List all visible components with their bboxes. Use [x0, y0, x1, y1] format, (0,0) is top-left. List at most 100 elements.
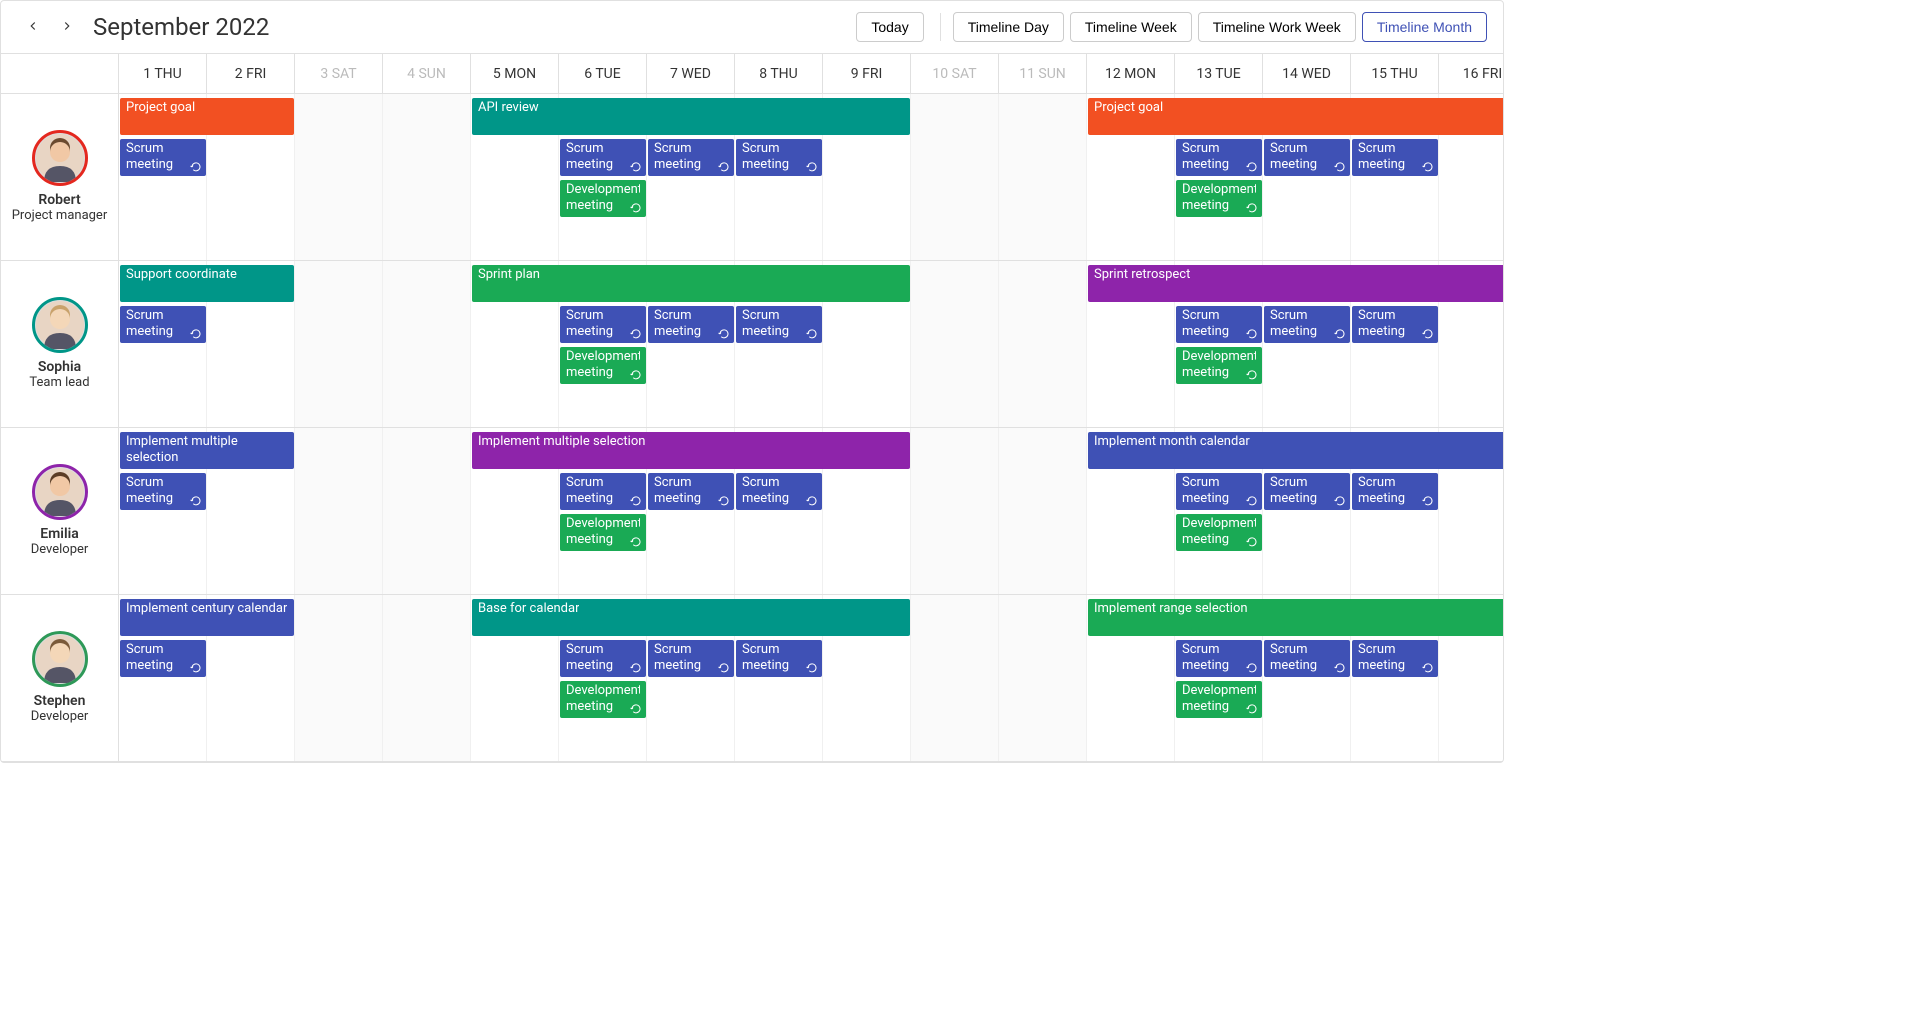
- event[interactable]: Scrum meeting: [1264, 139, 1350, 176]
- rows-container: Project goal Scrum meeting API review Scrum…: [119, 94, 1503, 762]
- date-header-cell[interactable]: 3 SAT: [295, 54, 383, 93]
- event[interactable]: Scrum meeting: [736, 640, 822, 677]
- event-label: Implement multiple selection: [478, 434, 645, 450]
- event[interactable]: Scrum meeting: [1352, 139, 1438, 176]
- event[interactable]: Scrum meeting: [120, 139, 206, 176]
- event[interactable]: Implement month calendar: [1088, 432, 1503, 469]
- date-header-cell[interactable]: 8 THU: [735, 54, 823, 93]
- event[interactable]: Scrum meeting: [560, 640, 646, 677]
- event[interactable]: Implement range selection: [1088, 599, 1503, 636]
- date-header-cell[interactable]: 12 MON: [1087, 54, 1175, 93]
- date-header-cell[interactable]: 7 WED: [647, 54, 735, 93]
- day-cell[interactable]: [999, 94, 1087, 260]
- event[interactable]: Scrum meeting: [736, 473, 822, 510]
- prev-button[interactable]: [17, 11, 49, 43]
- event-label: Support coordinate: [126, 267, 237, 283]
- event[interactable]: Scrum meeting: [1264, 306, 1350, 343]
- resource-role: Project manager: [12, 208, 108, 224]
- event[interactable]: Scrum meeting: [1176, 306, 1262, 343]
- event[interactable]: Scrum meeting: [648, 473, 734, 510]
- page-title: September 2022: [93, 13, 269, 41]
- event[interactable]: Scrum meeting: [120, 640, 206, 677]
- event[interactable]: Base for calendar: [472, 599, 910, 636]
- event[interactable]: Scrum meeting: [1352, 640, 1438, 677]
- event[interactable]: Sprint retrospect: [1088, 265, 1503, 302]
- recurrence-icon: [1246, 328, 1258, 340]
- event[interactable]: Scrum meeting: [1352, 473, 1438, 510]
- event[interactable]: API review: [472, 98, 910, 135]
- event[interactable]: Scrum meeting: [120, 473, 206, 510]
- event[interactable]: Scrum meeting: [648, 139, 734, 176]
- date-header-cell[interactable]: 15 THU: [1351, 54, 1439, 93]
- event[interactable]: Scrum meeting: [560, 306, 646, 343]
- view-timeline-month[interactable]: Timeline Month: [1362, 12, 1487, 42]
- event[interactable]: Scrum meeting: [1176, 640, 1262, 677]
- recurrence-icon: [806, 328, 818, 340]
- view-timeline-day[interactable]: Timeline Day: [953, 12, 1064, 42]
- day-cell[interactable]: [999, 595, 1087, 761]
- event[interactable]: Scrum meeting: [648, 640, 734, 677]
- date-header-cell[interactable]: 5 MON: [471, 54, 559, 93]
- today-button[interactable]: Today: [856, 12, 923, 42]
- recurrence-icon: [1334, 161, 1346, 173]
- date-header-cell[interactable]: 2 FRI: [207, 54, 295, 93]
- view-timeline-work-week[interactable]: Timeline Work Week: [1198, 12, 1356, 42]
- event[interactable]: Scrum meeting: [560, 473, 646, 510]
- day-cell[interactable]: [911, 595, 999, 761]
- date-header-cell[interactable]: 14 WED: [1263, 54, 1351, 93]
- event[interactable]: Scrum meeting: [1176, 139, 1262, 176]
- day-cell[interactable]: [999, 428, 1087, 594]
- event[interactable]: Project goal: [1088, 98, 1503, 135]
- event[interactable]: Development meeting: [560, 347, 646, 384]
- event-label: Implement range selection: [1094, 601, 1248, 617]
- day-cell[interactable]: [295, 428, 383, 594]
- event[interactable]: Development meeting: [1176, 347, 1262, 384]
- date-header-cell[interactable]: 4 SUN: [383, 54, 471, 93]
- day-cell[interactable]: [295, 595, 383, 761]
- event[interactable]: Support coordinate: [120, 265, 294, 302]
- date-header-cell[interactable]: 6 TUE: [559, 54, 647, 93]
- event[interactable]: Project goal: [120, 98, 294, 135]
- event[interactable]: Scrum meeting: [736, 306, 822, 343]
- event[interactable]: Implement multiple selection: [472, 432, 910, 469]
- day-cell[interactable]: [383, 261, 471, 427]
- event[interactable]: Development meeting: [1176, 180, 1262, 217]
- date-header-cell[interactable]: 16 FRI: [1439, 54, 1503, 93]
- event[interactable]: Development meeting: [560, 180, 646, 217]
- date-header-cell[interactable]: 1 THU: [119, 54, 207, 93]
- event[interactable]: Scrum meeting: [1176, 473, 1262, 510]
- date-header-cell[interactable]: 13 TUE: [1175, 54, 1263, 93]
- day-cell[interactable]: [383, 428, 471, 594]
- event[interactable]: Scrum meeting: [1264, 640, 1350, 677]
- event[interactable]: Development meeting: [560, 514, 646, 551]
- day-cell[interactable]: [295, 261, 383, 427]
- event[interactable]: Development meeting: [1176, 681, 1262, 718]
- event[interactable]: Development meeting: [1176, 514, 1262, 551]
- day-cell[interactable]: [911, 428, 999, 594]
- day-cell[interactable]: [383, 595, 471, 761]
- event[interactable]: Scrum meeting: [1264, 473, 1350, 510]
- date-header-cell[interactable]: 10 SAT: [911, 54, 999, 93]
- event[interactable]: Implement century calendar: [120, 599, 294, 636]
- event[interactable]: Scrum meeting: [120, 306, 206, 343]
- event[interactable]: Development meeting: [560, 681, 646, 718]
- view-timeline-week[interactable]: Timeline Week: [1070, 12, 1192, 42]
- resource-cell: Emilia Developer: [1, 428, 118, 595]
- event[interactable]: Scrum meeting: [736, 139, 822, 176]
- day-cell[interactable]: [383, 94, 471, 260]
- event[interactable]: Implement multiple selection: [120, 432, 294, 469]
- event-label: Scrum meeting: [742, 475, 816, 508]
- day-cell[interactable]: [911, 261, 999, 427]
- day-cell[interactable]: [295, 94, 383, 260]
- day-cell[interactable]: [911, 94, 999, 260]
- date-header-cell[interactable]: 9 FRI: [823, 54, 911, 93]
- next-button[interactable]: [51, 11, 83, 43]
- event[interactable]: Scrum meeting: [648, 306, 734, 343]
- date-header-cell[interactable]: 11 SUN: [999, 54, 1087, 93]
- event[interactable]: Scrum meeting: [560, 139, 646, 176]
- resource-name: Sophia: [38, 359, 81, 375]
- event-label: Scrum meeting: [126, 141, 200, 174]
- day-cell[interactable]: [999, 261, 1087, 427]
- event[interactable]: Sprint plan: [472, 265, 910, 302]
- event[interactable]: Scrum meeting: [1352, 306, 1438, 343]
